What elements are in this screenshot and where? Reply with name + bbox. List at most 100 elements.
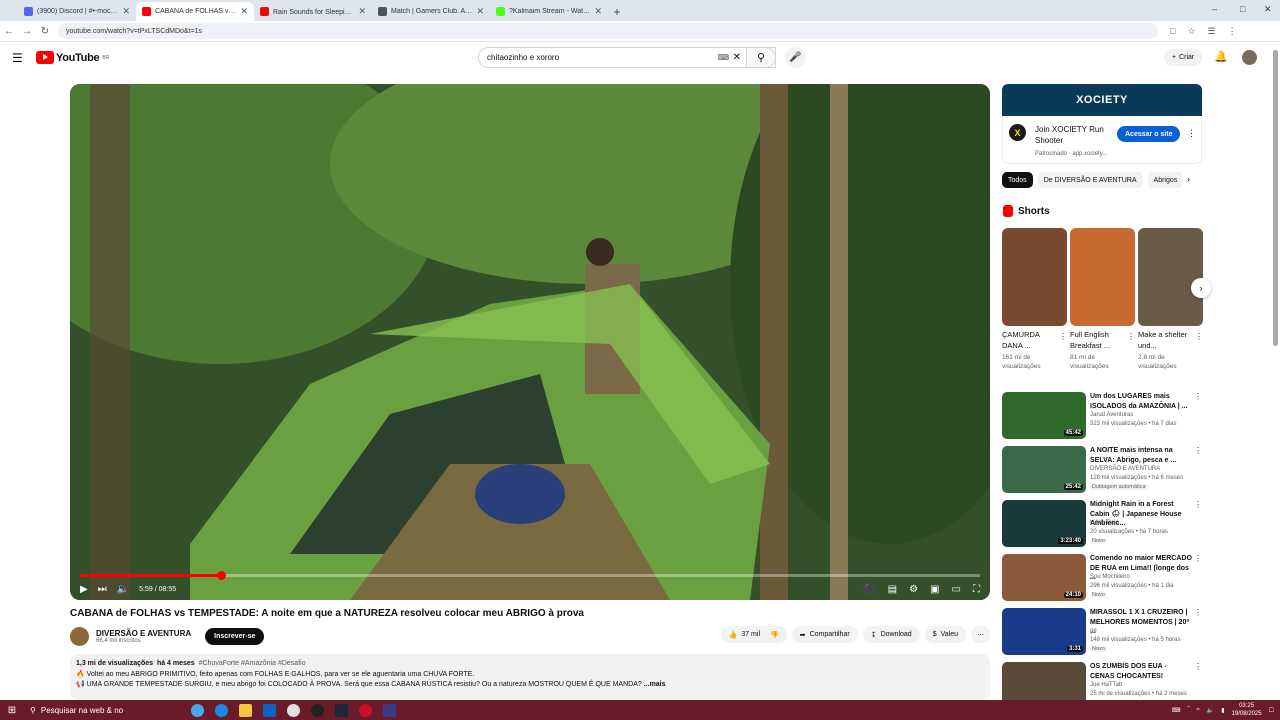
progress-bar[interactable]	[80, 571, 980, 580]
chip-shelters[interactable]: Abrigos	[1147, 172, 1184, 188]
recommendation-item[interactable]: 45:42 Um dos LUGARES mais ISOLADOS da AMA…	[1002, 392, 1202, 440]
recommendation-title[interactable]: MIRASSOL 1 X 1 CRUZEIRO | MELHORES MOMEN…	[1090, 608, 1192, 637]
recommendation-title[interactable]: Um dos LUGARES mais ISOLADOS da AMAZÔNIA…	[1090, 392, 1192, 411]
ad-more-icon[interactable]: ⋮	[1187, 128, 1196, 139]
page-scrollbar[interactable]	[1273, 50, 1278, 346]
recommendation-channel[interactable]: DIVERSÃO E AVENTURA	[1090, 466, 1160, 472]
hamburger-menu-icon[interactable]: ☰	[12, 51, 23, 65]
new-tab-button[interactable]: +	[608, 2, 626, 21]
theater-mode-icon[interactable]: ▭	[952, 584, 961, 595]
ad-cta-button[interactable]: Acessar o site	[1117, 126, 1181, 142]
browser-tab[interactable]: ?Kalmaim Stream - Watch Live✕	[490, 2, 608, 21]
extensions-icon[interactable]: ☰	[1208, 26, 1216, 37]
recommendation-more-icon[interactable]: ⋮	[1194, 662, 1202, 671]
recommendation-item[interactable]: 3:31 MIRASSOL 1 X 1 CRUZEIRO | MELHORES M…	[1002, 608, 1202, 656]
thanks-button[interactable]: $ Valeu	[924, 626, 966, 643]
channel-avatar[interactable]	[70, 626, 89, 646]
short-item[interactable]: Full English Breakfast ... 81 mi de visua…	[1070, 228, 1135, 371]
recommendation-thumbnail[interactable]: 45:42	[1002, 392, 1086, 439]
autoplay-toggle-icon[interactable]: ⚫	[863, 584, 875, 595]
settings-gear-icon[interactable]: ⚙	[909, 584, 918, 595]
recommendation-more-icon[interactable]: ⋮	[1194, 500, 1202, 509]
minimize-button[interactable]: –	[1212, 4, 1217, 14]
recommendation-item[interactable]: 25:42 A NOITE mais intensa na SELVA: Abri…	[1002, 446, 1202, 494]
volume-icon[interactable]: 🔈	[117, 584, 129, 595]
description-box[interactable]: 1,3 mi de visualizações há 4 meses #Chuv…	[70, 654, 990, 700]
next-icon[interactable]: ⏭	[98, 584, 107, 595]
short-more-icon[interactable]: ⋮	[1127, 332, 1135, 341]
clock[interactable]: 03:25 19/08/2025	[1232, 702, 1262, 718]
recommendation-more-icon[interactable]: ⋮	[1194, 446, 1202, 455]
tab-close-icon[interactable]: ✕	[122, 6, 130, 17]
recommendation-channel[interactable]: Sou Mochileiro	[1090, 574, 1130, 580]
keyboard-icon[interactable]: ⌨	[717, 53, 729, 62]
bookmark-star-icon[interactable]: ☆	[1187, 26, 1195, 37]
recommendation-more-icon[interactable]: ⋮	[1194, 392, 1202, 401]
video-player[interactable]: ▶ ⏭ 🔈 5:59 / 08:55 ⚫ ▤ ⚙ ▣ ▭ ⛶	[70, 84, 990, 600]
close-window-button[interactable]: ✕	[1264, 4, 1272, 15]
notifications-bell-icon[interactable]: 🔔	[1214, 50, 1228, 63]
short-title[interactable]: ÇAMURDA DANA ...	[1002, 330, 1058, 351]
search-button[interactable]: ⚲	[746, 47, 776, 68]
clear-search-icon[interactable]: ✕	[733, 52, 741, 63]
recommendation-channel[interactable]: ge	[1090, 628, 1097, 634]
recommendation-thumbnail[interactable]: 3:23:40	[1002, 500, 1086, 547]
short-title[interactable]: Full English Breakfast ...	[1070, 330, 1126, 351]
browser-tab[interactable]: CABANA de FOLHAS vs TEMPESTADE ✕	[136, 2, 254, 21]
short-item[interactable]: Make a shelter und... 2,8 mi de visualiza…	[1138, 228, 1203, 371]
channel-name[interactable]: DIVERSÃO E AVENTURA	[96, 629, 191, 638]
windows-start-icon[interactable]: ⊞	[0, 705, 24, 716]
sponsored-ad[interactable]: XOCIETY X Join XOCIETY Run Shooter Patro…	[1002, 84, 1202, 164]
recommendation-more-icon[interactable]: ⋮	[1194, 554, 1202, 563]
tab-close-icon[interactable]: ✕	[594, 6, 602, 17]
chips-next-icon[interactable]: ›	[1187, 174, 1190, 184]
short-thumbnail[interactable]	[1070, 228, 1135, 326]
short-item[interactable]: ÇAMURDA DANA ... 161 mi de visualizações ⋮	[1002, 228, 1067, 371]
recommendation-thumbnail[interactable]: 25:42	[1002, 446, 1086, 493]
fullscreen-icon[interactable]: ⛶	[973, 584, 980, 595]
hashtags[interactable]: #ChuvaForte #Amazônia #Desafio	[199, 660, 306, 667]
app-icon[interactable]	[311, 703, 324, 717]
voice-search-button[interactable]: 🎤	[785, 47, 806, 68]
recommendation-channel[interactable]: Jarud Aventuras	[1090, 412, 1133, 418]
browser-tab[interactable]: Match | Gamers Club. Aqui voc... ✕	[372, 2, 490, 21]
app-icon-2[interactable]	[383, 703, 396, 717]
maximize-button[interactable]: □	[1240, 4, 1245, 14]
recommendation-channel[interactable]: Joe HaTTab	[1090, 682, 1122, 688]
reload-icon[interactable]: ↻	[36, 26, 54, 37]
game-app-icon[interactable]	[359, 703, 372, 717]
edge-icon[interactable]	[215, 703, 228, 717]
battery-icon[interactable]: ▮	[1221, 707, 1224, 714]
recommendation-thumbnail[interactable]: 3:31	[1002, 608, 1086, 655]
browser-tab[interactable]: (3900) Discord | #•-mochilas... ✕	[18, 2, 136, 21]
more-actions-button[interactable]: ⋯	[971, 626, 990, 643]
forward-icon[interactable]: →	[18, 26, 36, 37]
recommendation-item[interactable]: 24:10 Comendo no maior MERCADO DE RUA em …	[1002, 554, 1202, 602]
share-button[interactable]: ➦ Compartilhar	[791, 626, 858, 643]
chip-channel[interactable]: De DIVERSÃO E AVENTURA	[1037, 172, 1143, 188]
short-more-icon[interactable]: ⋮	[1195, 332, 1203, 341]
ad-banner[interactable]: XOCIETY	[1002, 84, 1202, 116]
recommendation-more-icon[interactable]: ⋮	[1194, 608, 1202, 617]
tab-close-icon[interactable]: ✕	[476, 6, 484, 17]
recommendation-thumbnail[interactable]: 24:10	[1002, 554, 1086, 601]
speaker-icon[interactable]: 🔈	[1207, 707, 1214, 714]
back-icon[interactable]: ←	[0, 26, 18, 37]
search-input[interactable]: chitaozinho e xororo ⌨ ✕	[478, 47, 776, 68]
miniplayer-icon[interactable]: ▣	[930, 584, 939, 595]
subscribe-button[interactable]: Inscrever-se	[205, 627, 265, 645]
chip-all[interactable]: Todos	[1002, 172, 1033, 188]
browser-menu-icon[interactable]: ⋮	[1228, 26, 1237, 37]
thumbs-down-icon[interactable]: 👎	[770, 631, 779, 639]
tab-close-icon[interactable]: ✕	[240, 6, 248, 17]
recommendation-item[interactable]: 3:23:40 Midnight Rain in a Forest Cabin 🌧…	[1002, 500, 1202, 548]
copilot-icon[interactable]	[191, 703, 204, 717]
url-field[interactable]: youtube.com/watch?v=tPxLTSCdMDo&t=1s	[58, 23, 1158, 39]
recommendation-title[interactable]: OS ZUMBIS DOS EUA - CENAS CHOCANTES!	[1090, 662, 1192, 681]
notification-center-icon[interactable]: ☐	[1269, 707, 1274, 714]
steam-icon[interactable]	[335, 703, 348, 717]
recommendation-channel[interactable]: Hibiki Rain	[1090, 520, 1119, 526]
subtitles-icon[interactable]: ▤	[888, 584, 897, 595]
outlook-icon[interactable]	[263, 703, 276, 717]
account-avatar[interactable]	[1242, 50, 1257, 65]
